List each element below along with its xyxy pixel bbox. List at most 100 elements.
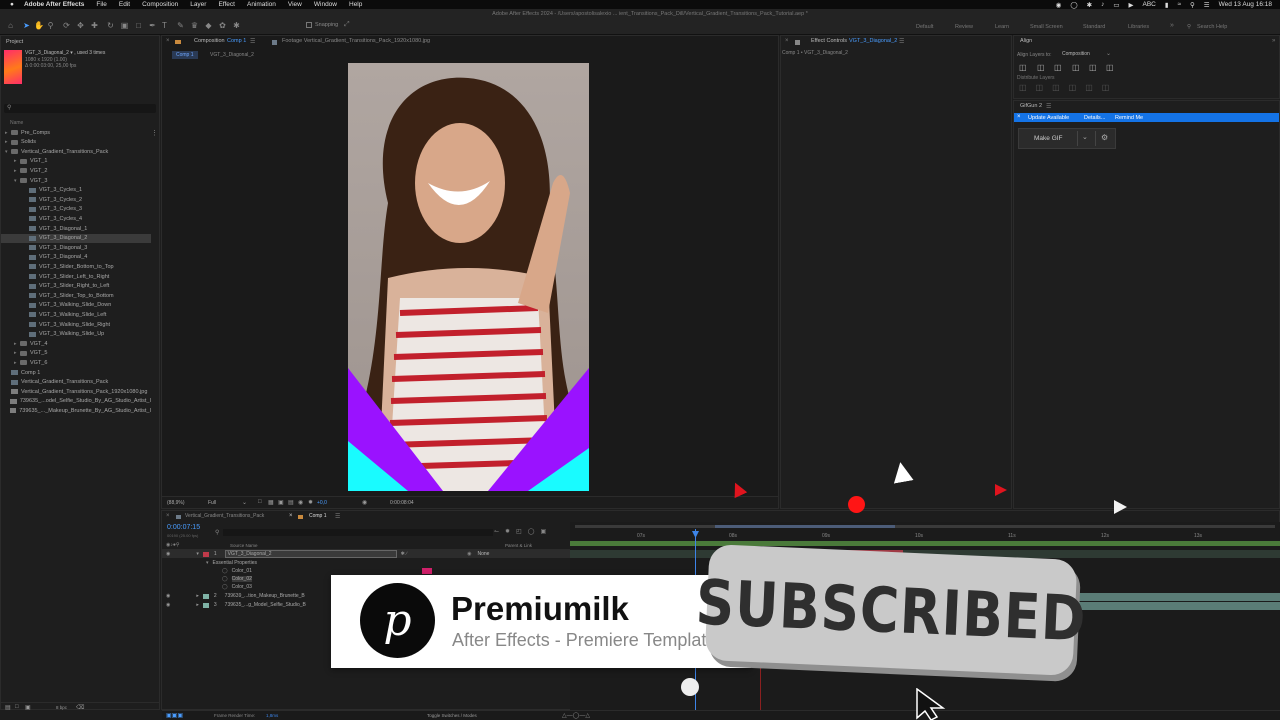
close-banner-icon[interactable]: × bbox=[1017, 114, 1021, 120]
layer-name[interactable]: 739635_...g_Model_Selfie_Studio_B bbox=[225, 602, 306, 608]
project-item[interactable]: Vertical_Gradient_Transitions_Pack bbox=[1, 378, 151, 387]
project-item[interactable]: VGT_3_Diagonal_2 bbox=[1, 233, 151, 243]
delete-icon[interactable]: ⌫ bbox=[76, 704, 84, 711]
display-icon[interactable]: ▭ bbox=[1113, 1, 1119, 9]
align-tab-label[interactable]: Align bbox=[1020, 38, 1032, 44]
close-tab-icon[interactable]: × bbox=[289, 513, 293, 519]
expand-triangle-icon[interactable]: ▾ bbox=[206, 560, 209, 566]
interpret-footage-icon[interactable]: ▤ bbox=[5, 704, 11, 711]
project-item[interactable]: VGT_3_Slider_Left_to_Right bbox=[1, 272, 151, 281]
layer-name[interactable]: VGT_3_Diagonal_2 bbox=[224, 550, 397, 558]
bluetooth-icon[interactable]: ✱ bbox=[1087, 1, 1092, 9]
orbit-tool-icon[interactable]: ⟳ bbox=[62, 21, 71, 30]
settings-gear-icon[interactable]: ⚙ bbox=[1101, 133, 1108, 142]
search-icon[interactable]: ⚲ bbox=[215, 529, 219, 536]
menu-view[interactable]: View bbox=[288, 1, 302, 8]
home-icon[interactable]: ⌂ bbox=[6, 21, 15, 30]
resolution-dropdown[interactable]: Full bbox=[208, 500, 216, 506]
work-area-bar[interactable] bbox=[575, 525, 1275, 528]
wifi-icon[interactable]: ≈ bbox=[1177, 1, 1181, 8]
eraser-tool-icon[interactable]: ◆ bbox=[204, 21, 213, 30]
layer-name[interactable]: 739639_...tion_Makeup_Brunette_B bbox=[225, 593, 305, 599]
battery-icon[interactable]: ▮ bbox=[1165, 1, 1169, 9]
menu-window[interactable]: Window bbox=[314, 1, 337, 8]
rotate-tool-icon[interactable]: ↻ bbox=[106, 21, 115, 30]
align-bottom-icon[interactable]: ◫ bbox=[1106, 63, 1114, 72]
project-item[interactable]: ▸ Pre_Comps bbox=[1, 128, 151, 137]
breadcrumb-layer[interactable]: VGT_3_Diagonal_2 bbox=[210, 52, 254, 58]
work-area-range[interactable] bbox=[715, 525, 895, 528]
more-workspaces-icon[interactable]: » bbox=[1170, 22, 1174, 29]
project-item[interactable]: Vertical_Gradient_Transitions_Pack_1920x… bbox=[1, 387, 151, 396]
effect-controls-tab-label[interactable]: Effect Controls bbox=[811, 38, 847, 44]
snapshot-icon[interactable]: ◉ bbox=[362, 499, 367, 506]
project-item[interactable]: VGT_3_Cycles_1 bbox=[1, 186, 151, 195]
project-item[interactable]: VGT_3_Walking_Slide_Up bbox=[1, 330, 151, 339]
control-center-icon[interactable]: ☰ bbox=[1204, 1, 1210, 9]
mask-visibility-icon[interactable]: ▣ bbox=[278, 499, 284, 506]
panel-menu-icon[interactable]: ☰ bbox=[335, 513, 340, 520]
color-01-swatch[interactable] bbox=[421, 568, 432, 574]
label-color[interactable] bbox=[202, 593, 209, 599]
brush-tool-icon[interactable]: ✎ bbox=[176, 21, 185, 30]
visibility-icon[interactable]: ◉ bbox=[166, 602, 170, 608]
layer-switches-icon[interactable]: ▣▣▣ bbox=[166, 712, 183, 719]
align-hcenter-icon[interactable]: ◫ bbox=[1037, 63, 1045, 72]
comp-tab-name[interactable]: Comp 1 bbox=[227, 38, 246, 44]
make-gif-button[interactable]: Make GIF bbox=[1034, 135, 1063, 142]
play-icon[interactable]: ▶ bbox=[1129, 1, 1134, 9]
composition-frame[interactable] bbox=[348, 63, 589, 491]
label-color[interactable] bbox=[202, 602, 209, 608]
snapping-options-icon[interactable]: ⤢ bbox=[344, 21, 350, 29]
comp-tab-label[interactable]: Composition bbox=[194, 38, 225, 44]
menu-help[interactable]: Help bbox=[349, 1, 362, 8]
project-item[interactable]: VGT_3_Slider_Top_to_Bottom bbox=[1, 291, 151, 300]
project-item[interactable]: ▸ VGT_2 bbox=[1, 166, 151, 175]
menu-composition[interactable]: Composition bbox=[142, 1, 178, 8]
menu-animation[interactable]: Animation bbox=[247, 1, 276, 8]
visibility-icon[interactable]: ◉ bbox=[166, 593, 170, 599]
av-switches-icon[interactable]: ◉♪●⚲ bbox=[166, 542, 180, 548]
footage-tab-label[interactable]: Footage Vertical_Gradient_Transitions_Pa… bbox=[282, 38, 430, 44]
expand-icon[interactable]: » bbox=[1272, 38, 1275, 44]
align-top-icon[interactable]: ◫ bbox=[1072, 63, 1080, 72]
pickwhip-icon[interactable]: ◉ bbox=[467, 551, 471, 557]
roto-brush-icon[interactable]: ✿ bbox=[218, 21, 227, 30]
transparency-grid-icon[interactable]: ▦ bbox=[268, 499, 274, 506]
type-tool-icon[interactable]: T bbox=[160, 21, 169, 30]
pen-tool-icon[interactable]: ✒ bbox=[148, 21, 157, 30]
essential-properties-label[interactable]: Essential Properties bbox=[213, 560, 257, 566]
app-menu[interactable]: Adobe After Effects bbox=[24, 1, 84, 8]
gifgun-tab-label[interactable]: GifGun 2 bbox=[1020, 103, 1042, 109]
exposure-value[interactable]: +0,0 bbox=[317, 500, 327, 506]
creative-cloud-icon[interactable]: ◯ bbox=[1070, 1, 1077, 9]
effect-controls-layer[interactable]: VGT_3_Diagonal_2 bbox=[849, 38, 897, 44]
panel-menu-icon[interactable]: ☰ bbox=[1046, 103, 1051, 110]
snapping-checkbox[interactable] bbox=[306, 22, 312, 28]
workspace-libraries[interactable]: Libraries bbox=[1128, 24, 1149, 30]
menu-edit[interactable]: Edit bbox=[119, 1, 130, 8]
resolution-chevron-icon[interactable]: ⌄ bbox=[242, 499, 247, 506]
search-icon[interactable]: ⚲ bbox=[1187, 24, 1191, 30]
guides-icon[interactable]: ▤ bbox=[288, 499, 294, 506]
project-search-input[interactable]: ⚲ bbox=[4, 104, 156, 113]
layer-2-track[interactable] bbox=[1060, 593, 1280, 601]
exposure-icon[interactable]: ✹ bbox=[308, 499, 313, 506]
parent-link-header[interactable]: Parent & Link bbox=[505, 543, 532, 548]
color-01-label[interactable]: Color_01 bbox=[232, 568, 252, 574]
zoom-tool-icon[interactable]: ⚲ bbox=[46, 21, 55, 30]
workspace-learn[interactable]: Learn bbox=[995, 24, 1009, 30]
expand-triangle-icon[interactable]: ▾ bbox=[196, 551, 199, 557]
close-tab-icon[interactable]: × bbox=[166, 38, 174, 44]
switches-icons[interactable]: ✱ ∕ bbox=[401, 551, 407, 557]
project-item[interactable]: VGT_3_Walking_Slide_Right bbox=[1, 320, 151, 329]
align-left-icon[interactable]: ◫ bbox=[1019, 63, 1027, 72]
current-timecode[interactable]: 0:00:07:15 bbox=[167, 524, 200, 531]
close-tab-icon[interactable]: × bbox=[785, 38, 789, 44]
rectangle-tool-icon[interactable]: □ bbox=[134, 21, 143, 30]
stopwatch-icon[interactable]: ◯ bbox=[222, 576, 228, 582]
clock[interactable]: Wed 13 Aug 16:18 bbox=[1219, 1, 1272, 8]
region-icon[interactable]: □ bbox=[258, 499, 262, 505]
timeline-tab-comp1[interactable]: Comp 1 bbox=[309, 513, 327, 519]
new-comp-icon[interactable]: ▣ bbox=[25, 704, 31, 711]
